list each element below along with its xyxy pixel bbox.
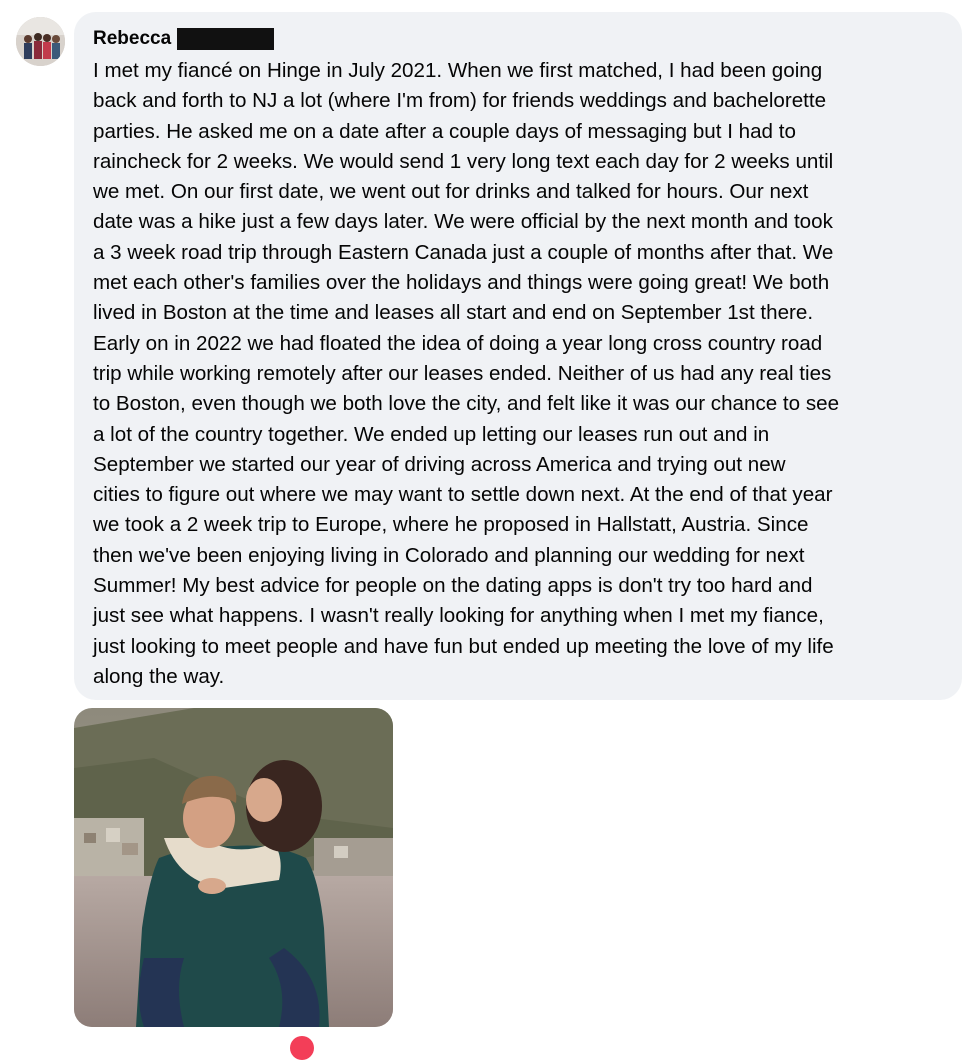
- comment-text: I met my fiancé on Hinge in July 2021. W…: [93, 59, 840, 688]
- avatar[interactable]: [16, 17, 65, 66]
- comment-header: Rebecca: [93, 28, 944, 50]
- attached-photo[interactable]: [74, 708, 393, 1027]
- avatar-image: [16, 17, 65, 66]
- couple-photo-image: [74, 708, 393, 1027]
- redacted-surname: [177, 28, 275, 50]
- author-name[interactable]: Rebecca: [93, 28, 171, 50]
- comment-bubble: Rebecca I met my fiancé on Hinge in July…: [74, 12, 962, 700]
- heart-reaction-icon[interactable]: [290, 1036, 314, 1060]
